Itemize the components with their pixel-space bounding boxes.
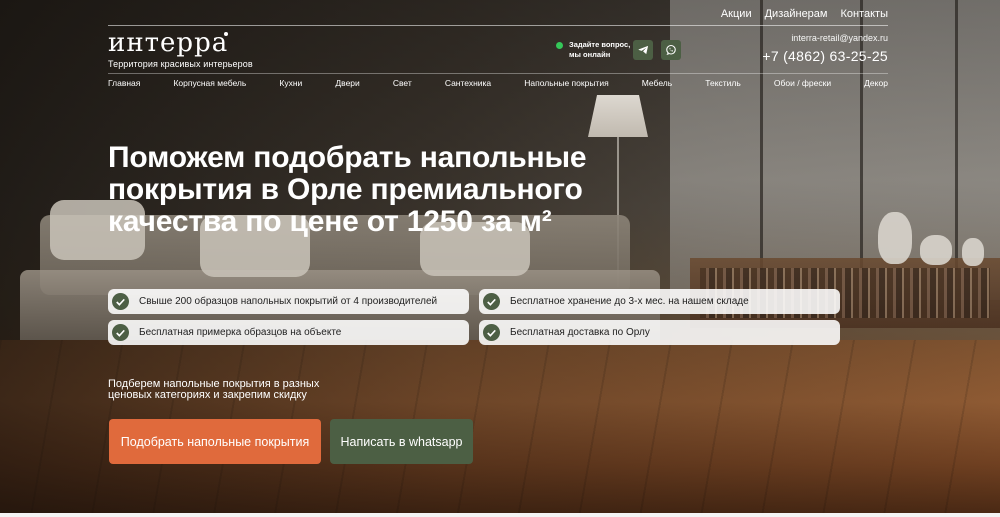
online-text-line: мы онлайн	[569, 50, 611, 59]
top-link-promotions[interactable]: Акции	[721, 8, 752, 20]
telegram-icon	[637, 45, 648, 55]
nav-item-cabinet-furniture[interactable]: Корпусная мебель	[173, 78, 246, 88]
online-status: Задайте вопрос, мы онлайн	[556, 40, 630, 60]
whatsapp-icon	[666, 44, 676, 55]
page-title: Поможем подобрать напольные покрытия в О…	[108, 141, 587, 238]
background-vase	[920, 235, 952, 265]
feature-text: Бесплатная доставка по Орлу	[510, 327, 650, 338]
feature-text: Бесплатная примерка образцов на объекте	[139, 327, 342, 338]
feature-text: Свыше 200 образцов напольных покрытий от…	[139, 296, 438, 307]
nav-item-decor[interactable]: Декор	[864, 78, 888, 88]
feature-item: Свыше 200 образцов напольных покрытий от…	[108, 289, 469, 314]
header-top-divider	[108, 25, 888, 26]
nav-item-textile[interactable]: Текстиль	[705, 78, 741, 88]
nav-item-kitchens[interactable]: Кухни	[279, 78, 302, 88]
check-icon	[112, 293, 129, 310]
nav-item-furniture[interactable]: Мебель	[642, 78, 672, 88]
background-lamp	[588, 95, 648, 137]
online-text-line: Задайте вопрос,	[569, 40, 631, 49]
top-links: Акции Дизайнерам Контакты	[721, 8, 888, 20]
contacts: interra-retail@yandex.ru +7 (4862) 63-25…	[762, 33, 888, 64]
top-link-contacts[interactable]: Контакты	[840, 8, 888, 20]
nav-divider	[108, 73, 888, 74]
nav-item-wallpaper[interactable]: Обои / фрески	[774, 78, 831, 88]
logo-wordmark: интерра	[108, 28, 229, 58]
check-icon	[483, 324, 500, 341]
background-vase	[878, 212, 912, 264]
logo-tagline: Территория красивых интерьеров	[108, 59, 253, 69]
nav-item-lighting[interactable]: Свет	[393, 78, 412, 88]
feature-item: Бесплатная доставка по Орлу	[479, 320, 840, 345]
telegram-button[interactable]	[633, 40, 653, 60]
nav-item-plumbing[interactable]: Сантехника	[445, 78, 491, 88]
feature-item: Бесплатное хранение до 3-х мес. на нашем…	[479, 289, 840, 314]
feature-item: Бесплатная примерка образцов на объекте	[108, 320, 469, 345]
check-icon	[483, 293, 500, 310]
online-text: Задайте вопрос, мы онлайн	[569, 40, 630, 60]
select-flooring-button[interactable]: Подобрать напольные покрытия	[109, 419, 321, 464]
background-vase	[962, 238, 984, 266]
whatsapp-cta-button[interactable]: Написать в whatsapp	[330, 419, 473, 464]
hero-subtitle: Подберем напольные покрытия в разных цен…	[108, 378, 320, 401]
online-indicator-icon	[556, 42, 563, 49]
logo[interactable]: интерра Территория красивых интерьеров	[108, 30, 253, 69]
background-window-frame	[955, 0, 958, 270]
main-nav: Главная Корпусная мебель Кухни Двери Све…	[108, 78, 888, 88]
nav-item-flooring[interactable]: Напольные покрытия	[524, 78, 608, 88]
feature-text: Бесплатное хранение до 3-х мес. на нашем…	[510, 296, 749, 307]
whatsapp-button[interactable]	[661, 40, 681, 60]
nav-item-home[interactable]: Главная	[108, 78, 140, 88]
email-link[interactable]: interra-retail@yandex.ru	[762, 33, 888, 43]
feature-list: Свыше 200 образцов напольных покрытий от…	[108, 289, 840, 345]
check-icon	[112, 324, 129, 341]
top-link-designers[interactable]: Дизайнерам	[765, 8, 828, 20]
nav-item-doors[interactable]: Двери	[335, 78, 359, 88]
page-bottom-edge	[0, 513, 1000, 517]
logo-dot	[224, 32, 228, 36]
phone-link[interactable]: +7 (4862) 63-25-25	[762, 48, 888, 64]
